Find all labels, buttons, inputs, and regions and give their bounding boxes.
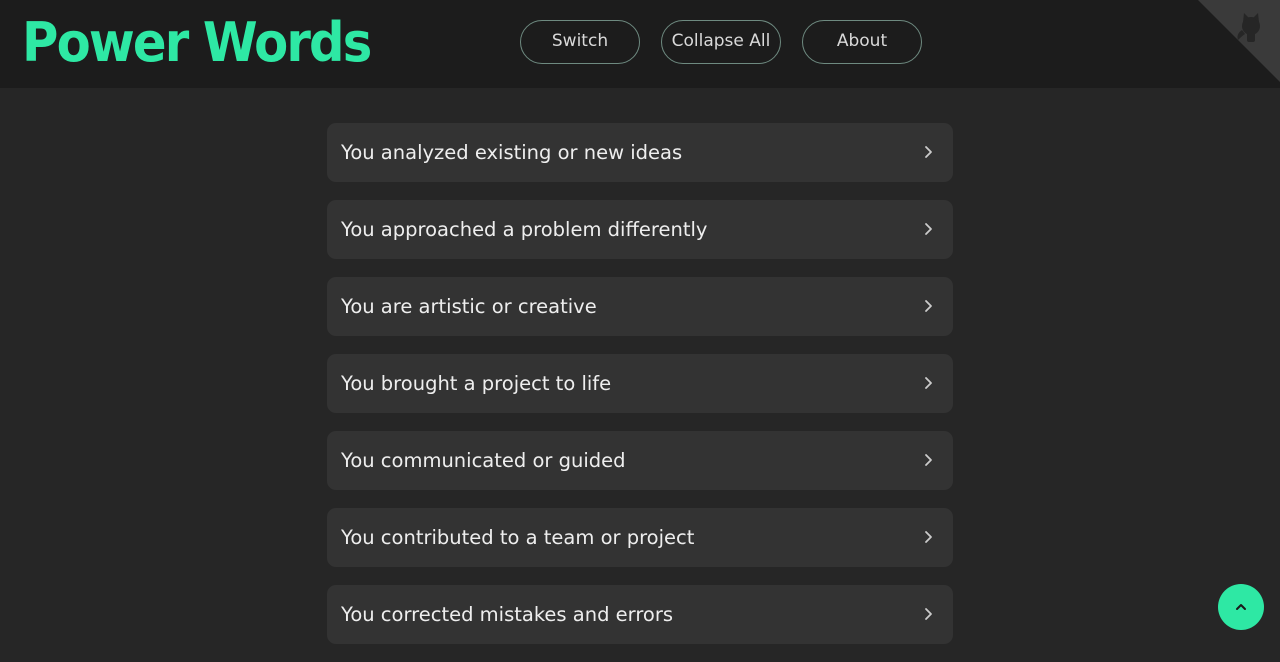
collapse-all-button[interactable]: Collapse All bbox=[661, 20, 781, 64]
logo[interactable]: Power Words bbox=[22, 11, 372, 75]
chevron-right-icon bbox=[925, 146, 932, 158]
list-item-label: You analyzed existing or new ideas bbox=[341, 141, 683, 164]
chevron-right-icon bbox=[925, 531, 932, 543]
chevron-right-icon bbox=[925, 377, 932, 389]
list-item[interactable]: You communicated or guided bbox=[327, 431, 953, 490]
list-item[interactable]: You brought a project to life bbox=[327, 354, 953, 413]
about-button[interactable]: About bbox=[802, 20, 922, 64]
chevron-right-icon bbox=[925, 454, 932, 466]
list-item[interactable]: You analyzed existing or new ideas bbox=[327, 123, 953, 182]
list-item-label: You communicated or guided bbox=[341, 449, 626, 472]
power-words-list: You analyzed existing or new ideas You a… bbox=[327, 123, 953, 662]
scroll-to-top-button[interactable] bbox=[1218, 584, 1264, 630]
list-item-label: You brought a project to life bbox=[341, 372, 612, 395]
switch-button[interactable]: Switch bbox=[520, 20, 640, 64]
header: Power Words Switch Collapse All About bbox=[0, 0, 1280, 88]
list-item-label: You corrected mistakes and errors bbox=[341, 603, 674, 626]
list-item[interactable]: You are artistic or creative bbox=[327, 277, 953, 336]
list-item[interactable]: You approached a problem differently bbox=[327, 200, 953, 259]
chevron-right-icon bbox=[925, 223, 932, 235]
list-item-label: You approached a problem differently bbox=[341, 218, 708, 241]
github-corner-icon[interactable] bbox=[1198, 0, 1280, 82]
chevron-up-icon bbox=[1236, 604, 1246, 610]
list-item[interactable]: You corrected mistakes and errors bbox=[327, 585, 953, 644]
chevron-right-icon bbox=[925, 300, 932, 312]
chevron-right-icon bbox=[925, 608, 932, 620]
list-item-label: You contributed to a team or project bbox=[341, 526, 695, 549]
list-item[interactable]: You contributed to a team or project bbox=[327, 508, 953, 567]
list-item-label: You are artistic or creative bbox=[341, 295, 597, 318]
